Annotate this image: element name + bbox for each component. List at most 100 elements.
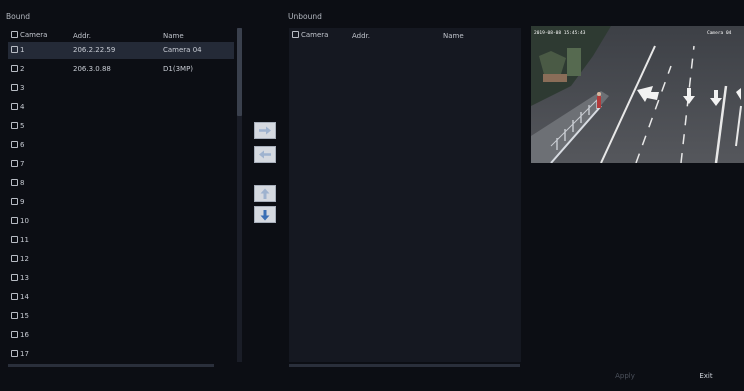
row-checkbox[interactable] bbox=[11, 46, 18, 53]
table-row[interactable]: 7 bbox=[8, 156, 234, 173]
bound-scroll-thumb[interactable] bbox=[237, 28, 242, 116]
camera-number: 17 bbox=[20, 350, 29, 358]
table-row[interactable]: 13 bbox=[8, 270, 234, 287]
table-row[interactable]: 16 bbox=[8, 327, 234, 344]
table-row[interactable]: 17 bbox=[8, 346, 234, 362]
bound-vertical-scrollbar[interactable] bbox=[237, 28, 242, 362]
row-checkbox[interactable] bbox=[11, 65, 18, 72]
camera-cell[interactable]: 5 bbox=[11, 122, 24, 130]
camera-cell[interactable]: 10 bbox=[11, 217, 29, 225]
move-left-button[interactable] bbox=[254, 146, 276, 163]
apply-button[interactable]: Apply bbox=[590, 368, 660, 384]
camera-cell[interactable]: 9 bbox=[11, 198, 24, 206]
camera-cell[interactable]: 11 bbox=[11, 236, 29, 244]
row-checkbox[interactable] bbox=[11, 141, 18, 148]
unbound-select-all-checkbox[interactable] bbox=[292, 31, 299, 38]
table-row[interactable]: 1 206.2.22.59 Camera 04 bbox=[8, 42, 234, 59]
camera-number: 3 bbox=[20, 84, 25, 92]
row-checkbox[interactable] bbox=[11, 293, 18, 300]
table-row[interactable]: 15 bbox=[8, 308, 234, 325]
camera-cell[interactable]: 8 bbox=[11, 179, 24, 187]
table-row[interactable]: 6 bbox=[8, 137, 234, 154]
camera-number: 2 bbox=[20, 65, 25, 73]
table-row[interactable]: 11 bbox=[8, 232, 234, 249]
camera-number: 13 bbox=[20, 274, 29, 282]
bound-header-camera-label: Camera bbox=[20, 31, 48, 39]
bound-header-name: Name bbox=[163, 32, 184, 40]
name-cell: D1(3MP) bbox=[163, 65, 194, 73]
camera-number: 7 bbox=[20, 160, 25, 168]
row-checkbox[interactable] bbox=[11, 217, 18, 224]
table-row[interactable]: 10 bbox=[8, 213, 234, 230]
camera-cell[interactable]: 16 bbox=[11, 331, 29, 339]
camera-cell[interactable]: 17 bbox=[11, 350, 29, 358]
unbound-camera-list[interactable] bbox=[289, 28, 521, 362]
table-row[interactable]: 12 bbox=[8, 251, 234, 268]
table-row[interactable]: 9 bbox=[8, 194, 234, 211]
camera-cell[interactable]: 14 bbox=[11, 293, 29, 301]
address-cell: 206.2.22.59 bbox=[73, 46, 116, 54]
camera-preview: 2019-08-08 15:45:43 Camera 04 bbox=[531, 26, 744, 163]
camera-cell[interactable]: 4 bbox=[11, 103, 24, 111]
camera-cell[interactable]: 15 bbox=[11, 312, 29, 320]
camera-number: 10 bbox=[20, 217, 29, 225]
camera-number: 12 bbox=[20, 255, 29, 263]
move-down-button[interactable] bbox=[254, 206, 276, 223]
table-row[interactable]: 8 bbox=[8, 175, 234, 192]
row-checkbox[interactable] bbox=[11, 236, 18, 243]
table-row[interactable]: 3 bbox=[8, 80, 234, 97]
camera-number: 9 bbox=[20, 198, 25, 206]
bound-horizontal-scrollbar[interactable] bbox=[8, 364, 214, 367]
row-checkbox[interactable] bbox=[11, 84, 18, 91]
camera-number: 16 bbox=[20, 331, 29, 339]
table-row[interactable]: 2 206.3.0.88 D1(3MP) bbox=[8, 61, 234, 78]
unbound-horizontal-scrollbar[interactable] bbox=[289, 364, 520, 367]
table-row[interactable]: 4 bbox=[8, 99, 234, 116]
row-checkbox[interactable] bbox=[11, 160, 18, 167]
camera-number: 6 bbox=[20, 141, 25, 149]
camera-cell[interactable]: 12 bbox=[11, 255, 29, 263]
row-checkbox[interactable] bbox=[11, 350, 18, 357]
row-checkbox[interactable] bbox=[11, 255, 18, 262]
row-checkbox[interactable] bbox=[11, 179, 18, 186]
camera-number: 8 bbox=[20, 179, 25, 187]
move-up-button[interactable] bbox=[254, 185, 276, 202]
preview-image: 2019-08-08 15:45:43 Camera 04 bbox=[531, 26, 744, 163]
camera-cell[interactable]: 7 bbox=[11, 160, 24, 168]
arrow-left-icon bbox=[259, 150, 271, 159]
camera-number: 11 bbox=[20, 236, 29, 244]
row-checkbox[interactable] bbox=[11, 274, 18, 281]
camera-cell[interactable]: 13 bbox=[11, 274, 29, 282]
camera-cell[interactable]: 1 bbox=[11, 46, 24, 54]
table-row[interactable]: 14 bbox=[8, 289, 234, 306]
camera-cell[interactable]: 6 bbox=[11, 141, 24, 149]
unbound-header-name: Name bbox=[443, 32, 464, 40]
bound-header-camera[interactable]: Camera bbox=[11, 31, 47, 39]
camera-cell[interactable]: 2 bbox=[11, 65, 24, 73]
preview-camera-overlay: Camera 04 bbox=[707, 30, 732, 36]
unbound-header-camera[interactable]: Camera bbox=[292, 31, 328, 39]
camera-number: 4 bbox=[20, 103, 25, 111]
camera-cell[interactable]: 3 bbox=[11, 84, 24, 92]
bound-title: Bound bbox=[6, 12, 31, 21]
row-checkbox[interactable] bbox=[11, 331, 18, 338]
move-right-button[interactable] bbox=[254, 122, 276, 139]
arrow-down-icon bbox=[260, 209, 270, 220]
exit-button[interactable]: Exit bbox=[671, 368, 741, 384]
unbound-title: Unbound bbox=[288, 12, 322, 21]
row-checkbox[interactable] bbox=[11, 312, 18, 319]
bound-camera-list[interactable]: 1 206.2.22.59 Camera 04 2 206.3.0.88 D1(3MP) 3… bbox=[8, 42, 236, 362]
row-checkbox[interactable] bbox=[11, 103, 18, 110]
camera-number: 15 bbox=[20, 312, 29, 320]
row-checkbox[interactable] bbox=[11, 198, 18, 205]
table-row[interactable]: 5 bbox=[8, 118, 234, 135]
arrow-up-icon bbox=[260, 188, 270, 199]
row-checkbox[interactable] bbox=[11, 122, 18, 129]
address-cell: 206.3.0.88 bbox=[73, 65, 111, 73]
unbound-header-addr: Addr. bbox=[352, 32, 371, 40]
name-cell: Camera 04 bbox=[163, 46, 202, 54]
unbound-header-camera-label: Camera bbox=[301, 31, 329, 39]
arrow-right-icon bbox=[259, 126, 271, 135]
select-all-checkbox[interactable] bbox=[11, 31, 18, 38]
preview-date-overlay: 2019-08-08 15:45:43 bbox=[534, 30, 586, 36]
